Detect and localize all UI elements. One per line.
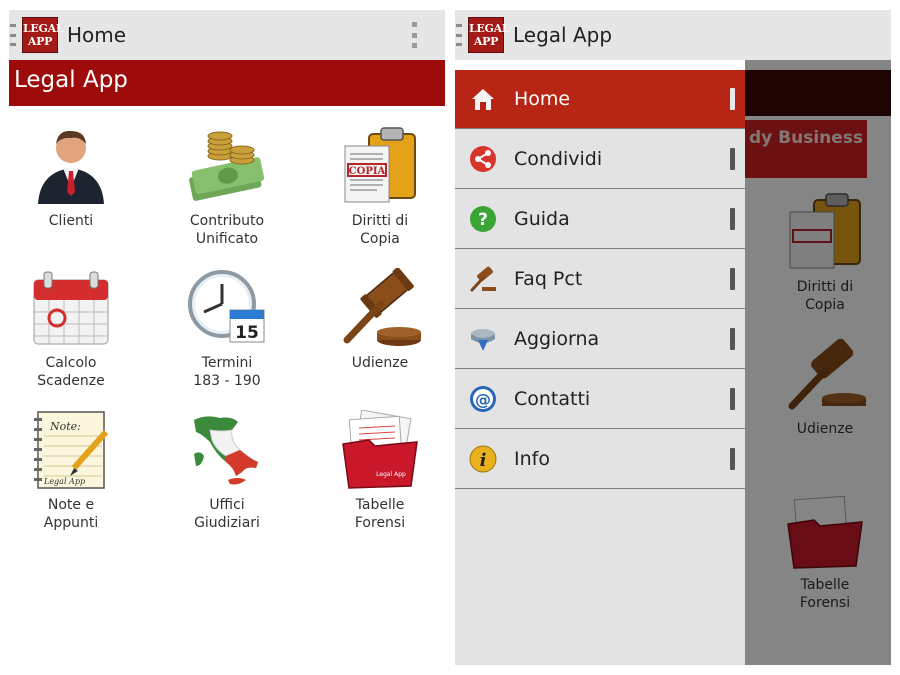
gavel-icon [339,267,421,348]
folder-label: Legal App [376,471,406,478]
note-footer: Legal App [43,477,85,486]
scrim-overlay[interactable] [745,60,891,665]
tile-diritti-di-copia[interactable]: COPIA Diritti di Copia [310,126,445,248]
tile-clienti[interactable]: Clienti [9,126,141,230]
drawer-item-guida[interactable]: ? Guida [455,190,745,249]
action-bar-title: Home [67,23,127,47]
drawer-item-aggiorna[interactable]: Aggiorna [455,310,745,369]
drag-handle-icon [730,328,735,350]
note-heading: Note: [49,420,81,433]
at-icon: @ [470,386,496,412]
drawer-item-condividi[interactable]: Condividi [455,130,745,189]
drag-handle-icon [730,88,735,110]
calendar-icon [30,268,112,348]
svg-text:i: i [480,450,487,471]
info-icon: i [469,445,497,473]
gavel-small-icon [470,266,496,292]
svg-text:@: @ [475,390,491,409]
svg-text:?: ? [478,210,488,230]
share-icon [470,146,496,172]
italy-map-icon [186,410,268,490]
help-icon: ? [470,206,496,232]
tile-contributo-unificato[interactable]: Contributo Unificato [157,126,297,248]
drawer-item-contatti[interactable]: @ Contatti [455,370,745,429]
home-screen: LEGAL APP Home Legal App Clienti Contrib… [9,10,445,665]
red-folder-icon: Legal App [339,409,421,490]
overflow-menu-icon[interactable] [412,22,417,48]
calendar-day-number: 15 [235,323,259,343]
coin-stack-icon [186,126,268,206]
tile-uffici-giudiziari[interactable]: Uffici Giudiziari [157,410,297,532]
drawer-screen: dy Business Diritti di Copia Udienze Tab… [455,10,891,665]
page-banner: Legal App [9,60,445,106]
app-logo[interactable]: LEGAL APP [468,17,510,53]
tile-udienze[interactable]: Udienze [310,267,445,372]
navigation-drawer: Home Condividi ? Guida Faq Pct Aggiorna … [455,70,745,665]
drag-handle-icon [730,208,735,230]
update-icon [471,329,495,351]
home-icon [472,89,494,110]
drawer-item-info[interactable]: i Info [455,430,745,489]
drag-handle-icon [730,148,735,170]
notepad-pen-icon: Note: Legal App [30,410,112,490]
tile-calcolo-scadenze[interactable]: Calcolo Scadenze [9,268,141,390]
menu-icon[interactable] [456,24,462,46]
tile-termini[interactable]: 15 Termini 183 - 190 [157,268,297,390]
action-bar-title: Legal App [513,23,613,47]
copia-stamp: COPIA [349,166,386,177]
businessman-icon [30,126,112,206]
clipboard-copia-icon: COPIA [339,126,421,206]
tile-note-e-appunti[interactable]: Note: Legal App Note e Appunti [9,410,141,532]
clock-calendar-icon: 15 [186,268,268,348]
drawer-item-faq-pct[interactable]: Faq Pct [455,250,745,309]
tile-tabelle-forensi[interactable]: Legal App Tabelle Forensi [310,409,445,532]
drawer-item-home[interactable]: Home [455,70,745,129]
drag-handle-icon [730,448,735,470]
menu-icon[interactable] [10,24,16,46]
app-logo[interactable]: LEGAL APP [22,17,64,53]
drag-handle-icon [730,268,735,290]
drag-handle-icon [730,388,735,410]
action-bar: LEGAL APP Home [9,10,445,60]
action-bar: LEGAL APP Legal App [455,10,891,60]
